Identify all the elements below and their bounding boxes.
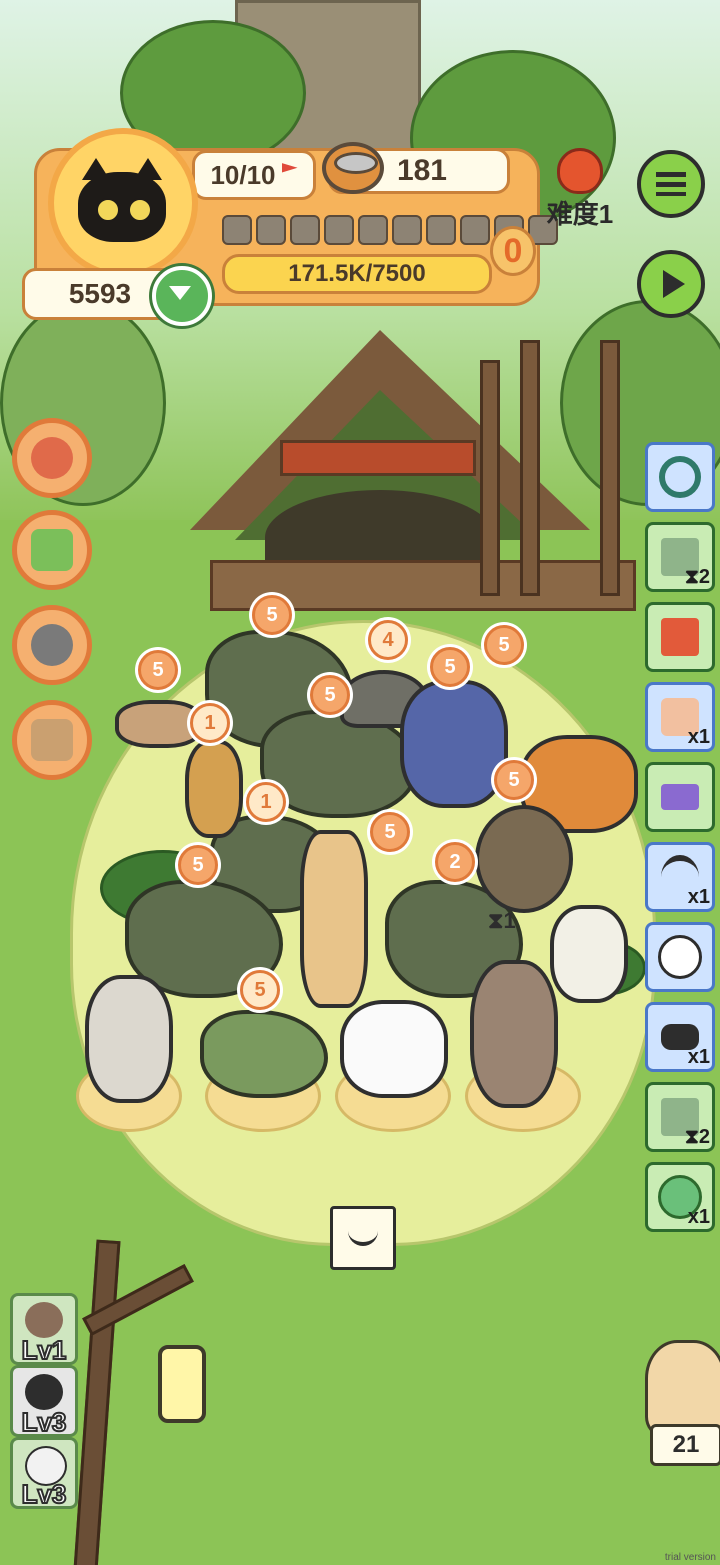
hut-band (280, 440, 476, 476)
food-count-text: 181 (396, 154, 447, 187)
elk[interactable] (470, 960, 558, 1108)
collapse-button[interactable] (330, 1206, 396, 1270)
item-slot[interactable] (645, 602, 715, 672)
cow[interactable] (340, 1000, 448, 1098)
lantern (158, 1345, 206, 1423)
level-badge: 5 (310, 675, 350, 715)
level-badge: 5 (178, 845, 218, 885)
avatar[interactable] (48, 128, 198, 278)
level-badge: 5 (138, 650, 178, 690)
difficulty-indicator[interactable]: 难度1 (540, 148, 620, 229)
animal-silhouette-icon (25, 1302, 63, 1338)
level-label: Lv3 (21, 1478, 68, 1510)
level-badge: 5 (252, 595, 292, 635)
card-icon (661, 784, 699, 810)
animal-level-card[interactable]: Lv3 (10, 1437, 78, 1510)
level-progress-text: 10/10 (210, 159, 276, 190)
list-icon (656, 172, 686, 196)
item-slot[interactable]: x1 (645, 1002, 715, 1072)
animal-level-card[interactable]: Lv3 (10, 1365, 78, 1438)
owl-helper-icon[interactable] (645, 1340, 720, 1436)
level-badge: 2 (435, 842, 475, 882)
alert-count-badge[interactable]: 0 (490, 226, 536, 276)
flame-icon (557, 148, 603, 194)
level-badge: 5 (484, 625, 524, 665)
food-bowl-icon (322, 142, 384, 194)
item-slot[interactable]: ⧗2 (645, 522, 715, 592)
hourglass-count: 1 (503, 908, 516, 933)
item-slot[interactable]: x1 (645, 682, 715, 752)
play-button[interactable] (637, 250, 705, 318)
cobra[interactable] (185, 740, 243, 838)
xp-text: 171.5K/7500 (288, 260, 426, 287)
chevron-down-icon (348, 1230, 378, 1246)
cat-mascot-icon (31, 437, 73, 479)
owl-count: 21 (650, 1424, 720, 1466)
level-badge: 1 (246, 782, 286, 822)
food-bowl-icon (31, 624, 73, 666)
scaffold-post (520, 340, 540, 596)
goat[interactable] (550, 905, 628, 1003)
item-slot[interactable]: ⧗2 (645, 1082, 715, 1152)
menu-button[interactable] (637, 150, 705, 218)
item-slot[interactable] (645, 442, 715, 512)
anaconda[interactable] (475, 805, 573, 913)
heart-dropdown-icon[interactable] (152, 266, 212, 326)
level-badge: 5 (494, 760, 534, 800)
item-slot[interactable] (645, 762, 715, 832)
scaffold-post (600, 340, 620, 596)
xp-progress-bar: 171.5K/7500 (222, 254, 492, 294)
ticket-icon (661, 618, 699, 656)
level-badge: 4 (368, 620, 408, 660)
score-text: 5593 (68, 278, 132, 309)
level-badge: 5 (370, 812, 410, 852)
giraffe[interactable] (300, 830, 368, 1008)
guidebook-icon (31, 529, 73, 571)
level-progress: 10/10 (192, 150, 316, 200)
hourglass-timer: ⧗1 (488, 908, 516, 934)
sheep-icon (658, 935, 702, 979)
watermark: trial version (664, 1552, 716, 1563)
level-badge: 5 (240, 970, 280, 1010)
storage-box-button[interactable] (12, 700, 92, 780)
difficulty-label: 难度1 (546, 199, 614, 229)
level-badge: 1 (190, 703, 230, 743)
play-icon (663, 270, 685, 298)
level-label: Lv3 (21, 1406, 68, 1438)
hourglass-icon: ⧗ (488, 908, 504, 933)
alpaca[interactable] (85, 975, 173, 1103)
level-label: Lv1 (21, 1334, 68, 1366)
animal-silhouette-icon (25, 1374, 63, 1410)
guidebook-button[interactable] (12, 510, 92, 590)
ring-icon (659, 456, 701, 498)
item-slot[interactable]: x1 (645, 1162, 715, 1232)
mascot-button[interactable] (12, 418, 92, 498)
level-badge: 5 (430, 647, 470, 687)
scaffold-post (480, 360, 500, 596)
food-bowl-button[interactable] (12, 605, 92, 685)
flag-icon (281, 163, 298, 173)
item-slot[interactable] (645, 922, 715, 992)
box-icon (31, 719, 73, 761)
dragon[interactable] (400, 680, 508, 808)
item-slot[interactable]: x1 (645, 842, 715, 912)
black-cat-icon (78, 158, 166, 242)
animal-level-card[interactable]: Lv1 (10, 1293, 78, 1366)
